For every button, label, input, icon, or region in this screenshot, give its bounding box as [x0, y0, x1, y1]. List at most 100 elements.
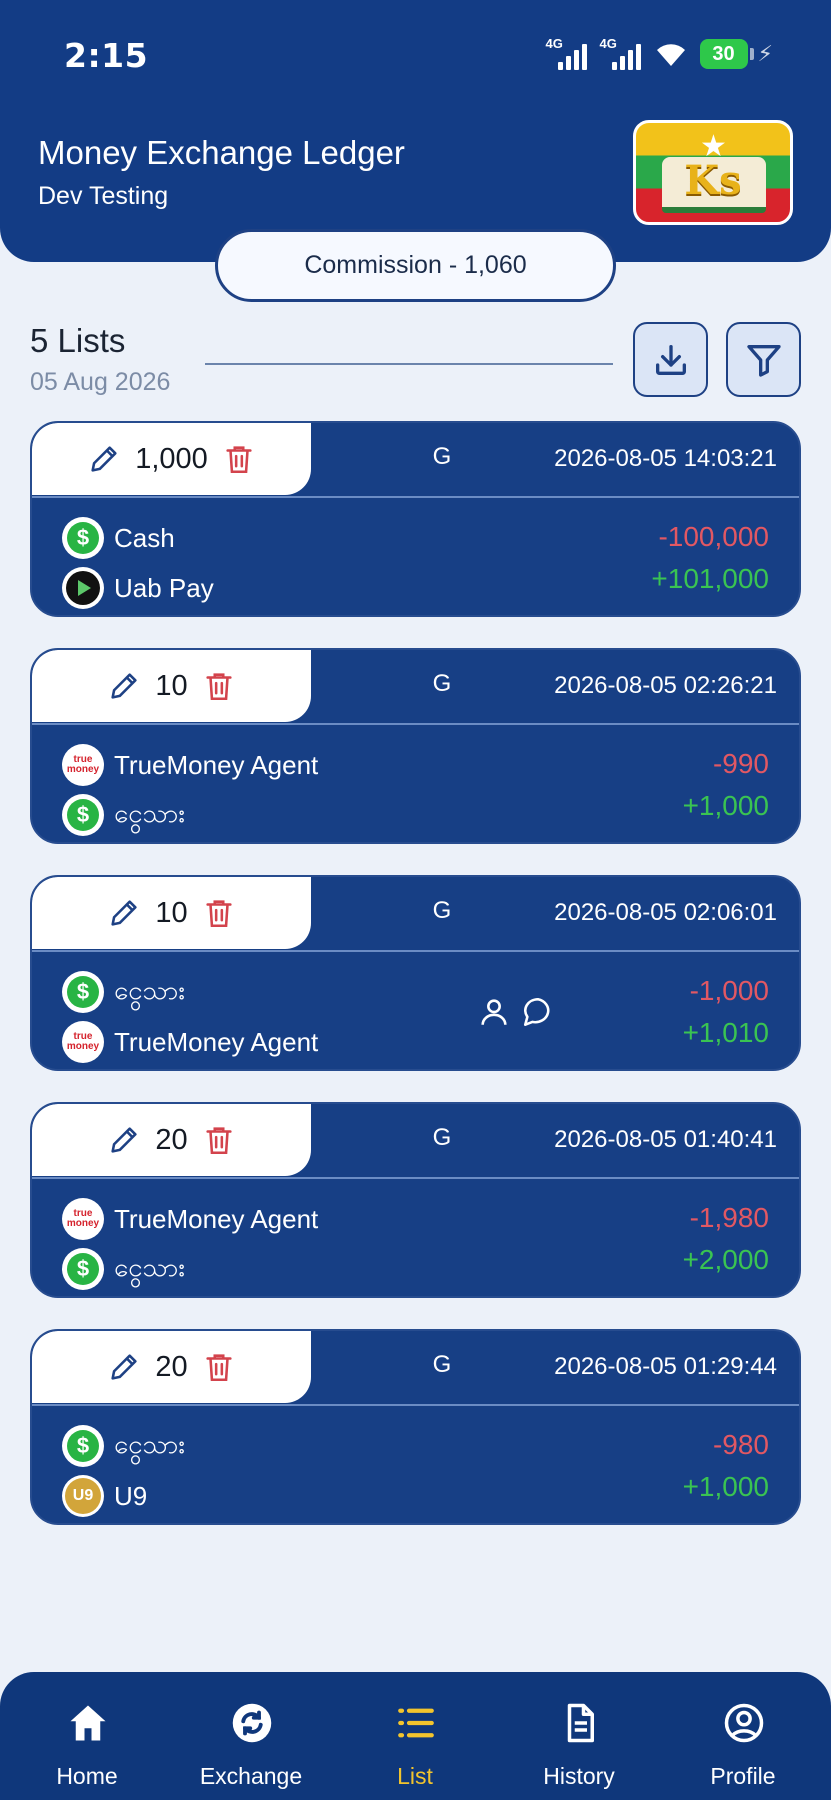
entry-amount-tab: 20 — [32, 1104, 311, 1176]
divider — [205, 363, 613, 365]
entry-credit: +1,000 — [682, 790, 769, 821]
entry-type: G — [432, 897, 452, 924]
edit-icon[interactable] — [87, 442, 121, 476]
status-time: 2:15 — [64, 36, 149, 75]
truemoney-icon: true money — [62, 744, 104, 786]
truemoney-icon: true money — [62, 1198, 104, 1240]
entry-to-account: $ ငွေသား — [62, 794, 185, 836]
entry-card[interactable]: 10 G 2026-08-05 02:06:01 $ ငွေသား true money T… — [30, 875, 801, 1071]
entry-credit: +101,000 — [651, 563, 769, 594]
entry-from-label: ငွေသား — [114, 974, 185, 1005]
app-logo: ★ Ks — [633, 120, 793, 225]
entry-card[interactable]: 10 G 2026-08-05 02:26:21 true money TrueMone… — [30, 648, 801, 844]
entry-credit: +2,000 — [682, 1244, 769, 1275]
entry-from-account: $ ငွေသား — [62, 1425, 185, 1467]
entry-to-label: ငွေသား — [114, 1251, 185, 1282]
list-count: 5 Lists — [30, 322, 126, 359]
entry-datetime: 2026-08-05 14:03:21 — [554, 445, 777, 472]
delete-icon[interactable] — [222, 442, 256, 476]
entry-to-label: U9 — [114, 1480, 148, 1511]
entry-from-label: ငွေသား — [114, 1428, 185, 1459]
entry-amount-tab: 20 — [32, 1331, 311, 1403]
commission-badge: Commission - 1,060 — [215, 229, 616, 302]
entry-amount: 10 — [155, 896, 188, 929]
delete-icon[interactable] — [202, 1123, 236, 1157]
delete-icon[interactable] — [202, 669, 236, 703]
entry-from-account: $ Cash — [62, 517, 175, 559]
edit-icon[interactable] — [107, 1123, 141, 1157]
entry-amount: 20 — [155, 1123, 188, 1156]
entry-from-account: true money TrueMoney Agent — [62, 1198, 318, 1240]
entry-from-account: $ ငွေသား — [62, 971, 185, 1013]
entry-debit: -100,000 — [658, 521, 769, 552]
delete-icon[interactable] — [202, 896, 236, 930]
entry-debit: -1,980 — [689, 1202, 769, 1233]
app-title: Money Exchange Ledger — [38, 134, 405, 171]
entry-from-label: TrueMoney Agent — [114, 1203, 319, 1234]
entry-type: G — [432, 443, 452, 470]
nav-profile[interactable]: Profile — [663, 1672, 823, 1800]
entry-card[interactable]: 20 G 2026-08-05 01:29:44 $ ငွေသား U9 U9 -980 +1,… — [30, 1329, 801, 1525]
nav-label: List — [397, 1763, 433, 1789]
bottom-nav: Home Exchange List History Profile — [0, 1672, 831, 1800]
list-icon — [398, 1708, 434, 1738]
entry-to-label: TrueMoney Agent — [114, 1026, 319, 1057]
entry-card[interactable]: 20 G 2026-08-05 01:40:41 true money TrueMone… — [30, 1102, 801, 1298]
entry-from-label: Cash — [114, 522, 175, 553]
entry-divider — [32, 1177, 799, 1179]
download-icon — [655, 344, 686, 375]
profile-icon — [724, 1703, 764, 1743]
edit-icon[interactable] — [107, 896, 141, 930]
entry-card[interactable]: 1,000 G 2026-08-05 14:03:21 $ Cash Uab Pay -10… — [30, 421, 801, 617]
battery-icon: 30 — [699, 39, 754, 69]
entry-type: G — [432, 1351, 452, 1378]
person-icon[interactable] — [477, 995, 511, 1029]
nav-history[interactable]: History — [499, 1672, 659, 1800]
nav-home[interactable]: Home — [7, 1672, 167, 1800]
entry-credit: +1,010 — [682, 1017, 769, 1048]
entry-datetime: 2026-08-05 02:26:21 — [554, 672, 777, 699]
comment-icon[interactable] — [521, 995, 555, 1029]
cash-icon: $ — [62, 1425, 104, 1467]
cash-icon: $ — [62, 1248, 104, 1290]
cash-icon: $ — [62, 971, 104, 1013]
nav-exchange[interactable]: Exchange — [171, 1672, 331, 1800]
entry-credit: +1,000 — [682, 1471, 769, 1502]
status-bar: 2:15 4G 4G 30 ⚡ — [0, 0, 831, 110]
entry-from-account: true money TrueMoney Agent — [62, 744, 318, 786]
status-icons: 4G 4G 30 ⚡ — [546, 36, 773, 72]
entry-debit: -990 — [712, 748, 769, 779]
entry-amount: 20 — [155, 1350, 188, 1383]
uab-pay-icon — [62, 567, 104, 609]
entry-type: G — [432, 1124, 452, 1151]
filter-button[interactable] — [726, 322, 801, 397]
entry-divider — [32, 1404, 799, 1406]
nav-list[interactable]: List — [335, 1672, 495, 1800]
entry-debit: -1,000 — [689, 975, 769, 1006]
download-button[interactable] — [633, 322, 708, 397]
entry-amount: 10 — [155, 669, 188, 702]
delete-icon[interactable] — [202, 1350, 236, 1384]
charging-icon: ⚡ — [757, 41, 773, 66]
entry-amount-tab: 10 — [32, 650, 311, 722]
entry-amount-tab: 10 — [32, 877, 311, 949]
entry-to-label: ငွေသား — [114, 797, 185, 828]
cellular-signal-icon: 4G — [600, 36, 646, 70]
filter-icon — [746, 344, 781, 377]
wifi-icon — [656, 44, 685, 66]
truemoney-icon: true money — [62, 1021, 104, 1063]
entry-to-account: U9 U9 — [62, 1475, 147, 1517]
entry-to-account: true money TrueMoney Agent — [62, 1021, 318, 1063]
edit-icon[interactable] — [107, 1350, 141, 1384]
entry-actions — [477, 995, 555, 1029]
edit-icon[interactable] — [107, 669, 141, 703]
entry-debit: -980 — [712, 1429, 769, 1460]
entry-to-label: Uab Pay — [114, 572, 214, 603]
list-date: 05 Aug 2026 — [30, 368, 171, 396]
app-subtitle: Dev Testing — [38, 182, 169, 210]
entry-from-label: TrueMoney Agent — [114, 749, 319, 780]
app-header: 2:15 4G 4G 30 ⚡ Money Exchange Ledger De… — [0, 0, 831, 262]
history-icon — [567, 1703, 594, 1743]
home-icon — [70, 1705, 106, 1741]
entry-datetime: 2026-08-05 02:06:01 — [554, 899, 777, 926]
